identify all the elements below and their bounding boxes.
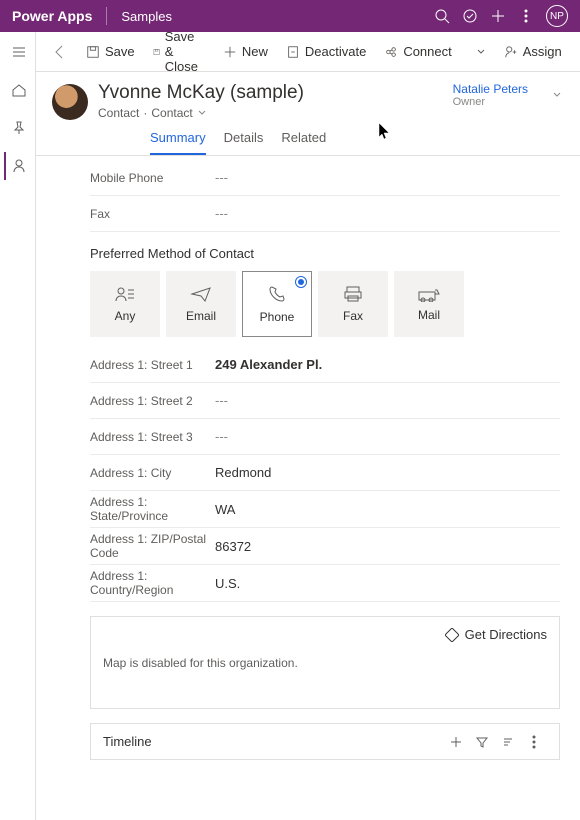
contact-photo[interactable]: [52, 84, 88, 120]
state-label: Address 1: State/Province: [90, 495, 215, 523]
more-icon[interactable]: [512, 2, 540, 30]
new-label: New: [242, 44, 268, 59]
fax-value[interactable]: ---: [215, 206, 228, 221]
tab-details[interactable]: Details: [224, 130, 264, 155]
nav-contacts-icon[interactable]: [4, 152, 32, 180]
tab-related[interactable]: Related: [281, 130, 326, 155]
fax-label: Fax: [90, 207, 215, 221]
option-any[interactable]: Any: [90, 271, 160, 337]
map-disabled-text: Map is disabled for this organization.: [103, 642, 547, 698]
option-any-label: Any: [115, 309, 136, 323]
command-bar: Save Save & Close New Deactivate Connect…: [36, 32, 580, 72]
search-icon[interactable]: [428, 2, 456, 30]
nav-pin-icon[interactable]: [4, 114, 32, 142]
app-area[interactable]: Samples: [121, 9, 428, 24]
timeline-more-icon[interactable]: [521, 735, 547, 749]
zip-value[interactable]: 86372: [215, 539, 251, 554]
option-fax-label: Fax: [343, 309, 363, 323]
deactivate-label: Deactivate: [305, 44, 366, 59]
option-mail-label: Mail: [418, 308, 440, 322]
preferred-contact-label: Preferred Method of Contact: [90, 232, 560, 271]
connect-button[interactable]: Connect: [376, 36, 459, 68]
zip-label: Address 1: ZIP/Postal Code: [90, 532, 215, 560]
app-brand: Power Apps: [12, 8, 92, 24]
preferred-contact-optionset: Any Email Phone Fax Mail: [90, 271, 560, 337]
tab-summary[interactable]: Summary: [150, 130, 206, 155]
entity-label: Contact: [98, 106, 139, 120]
state-value[interactable]: WA: [215, 502, 235, 517]
mobile-phone-value[interactable]: ---: [215, 170, 228, 185]
option-email-label: Email: [186, 309, 216, 323]
country-value[interactable]: U.S.: [215, 576, 240, 591]
street2-label: Address 1: Street 2: [90, 394, 215, 408]
save-label: Save: [105, 44, 135, 59]
new-button[interactable]: New: [215, 36, 276, 68]
timeline-add-icon[interactable]: [443, 735, 469, 749]
mobile-phone-label: Mobile Phone: [90, 171, 215, 185]
owner-label: Owner: [453, 96, 528, 108]
option-email[interactable]: Email: [166, 271, 236, 337]
assign-button[interactable]: Assign: [496, 36, 570, 68]
street1-value[interactable]: 249 Alexander Pl.: [215, 357, 322, 372]
nav-home-icon[interactable]: [4, 76, 32, 104]
timeline-sort-icon[interactable]: [495, 735, 521, 749]
save-button[interactable]: Save: [78, 36, 143, 68]
header-expand[interactable]: [550, 88, 564, 105]
form-selector[interactable]: Contact: [151, 106, 192, 120]
option-phone[interactable]: Phone: [242, 271, 312, 337]
map-card: Get Directions Map is disabled for this …: [90, 616, 560, 709]
assign-label: Assign: [523, 44, 562, 59]
record-title: Yvonne McKay (sample): [98, 82, 443, 104]
street3-value[interactable]: ---: [215, 429, 228, 444]
option-fax[interactable]: Fax: [318, 271, 388, 337]
timeline-filter-icon[interactable]: [469, 735, 495, 749]
timeline-label: Timeline: [103, 734, 443, 749]
option-mail[interactable]: Mail: [394, 271, 464, 337]
owner-link[interactable]: Natalie Peters: [453, 82, 528, 96]
option-phone-label: Phone: [260, 310, 295, 324]
divider: [106, 7, 107, 25]
connect-dropdown[interactable]: [468, 36, 494, 68]
city-label: Address 1: City: [90, 466, 215, 480]
save-close-button[interactable]: Save & Close: [145, 36, 213, 68]
deactivate-button[interactable]: Deactivate: [278, 36, 374, 68]
connect-label: Connect: [403, 44, 451, 59]
chevron-down-icon[interactable]: [197, 108, 207, 118]
street1-label: Address 1: Street 1: [90, 358, 215, 372]
save-close-label: Save & Close: [165, 32, 205, 74]
user-avatar[interactable]: NP: [546, 5, 568, 27]
back-button[interactable]: [44, 36, 76, 68]
get-directions-link[interactable]: Get Directions: [103, 627, 547, 642]
timeline-card: Timeline: [90, 723, 560, 760]
overflow-button[interactable]: [574, 36, 580, 68]
radio-indicator: [295, 276, 307, 288]
city-value[interactable]: Redmond: [215, 465, 271, 480]
nav-menu-icon[interactable]: [4, 38, 32, 66]
country-label: Address 1: Country/Region: [90, 569, 215, 597]
street2-value[interactable]: ---: [215, 393, 228, 408]
street3-label: Address 1: Street 3: [90, 430, 215, 444]
site-nav: [0, 32, 36, 820]
get-directions-label: Get Directions: [465, 627, 547, 642]
task-icon[interactable]: [456, 2, 484, 30]
add-icon[interactable]: [484, 2, 512, 30]
